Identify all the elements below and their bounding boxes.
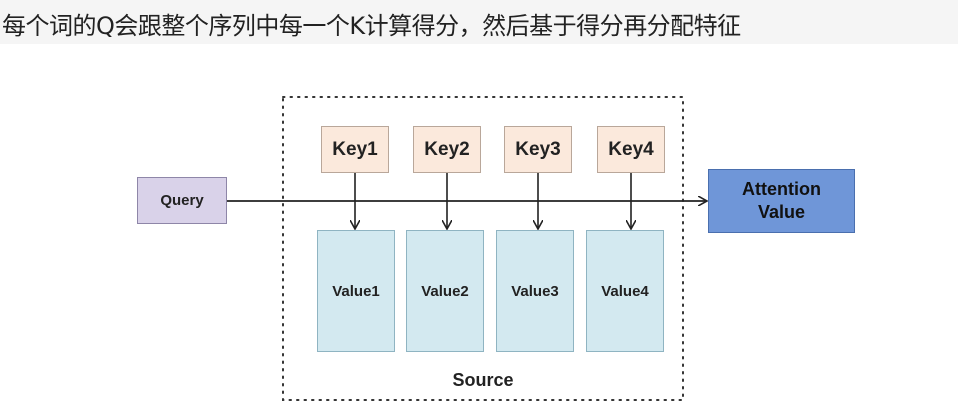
attention-value-line2: Value [757, 202, 806, 222]
attention-value-box: Attention Value [708, 169, 855, 233]
key1-box: Key1 [321, 126, 389, 173]
key3-box: Key3 [504, 126, 572, 173]
value3-box: Value3 [496, 230, 574, 352]
key4-box: Key4 [597, 126, 665, 173]
source-label: Source [452, 370, 514, 390]
key2-box: Key2 [413, 126, 481, 173]
attention-value-line1: Attention [742, 179, 821, 199]
value2-box: Value2 [406, 230, 484, 352]
query-box: Query [137, 177, 227, 224]
value1-box: Value1 [317, 230, 395, 352]
value4-box: Value4 [586, 230, 664, 352]
